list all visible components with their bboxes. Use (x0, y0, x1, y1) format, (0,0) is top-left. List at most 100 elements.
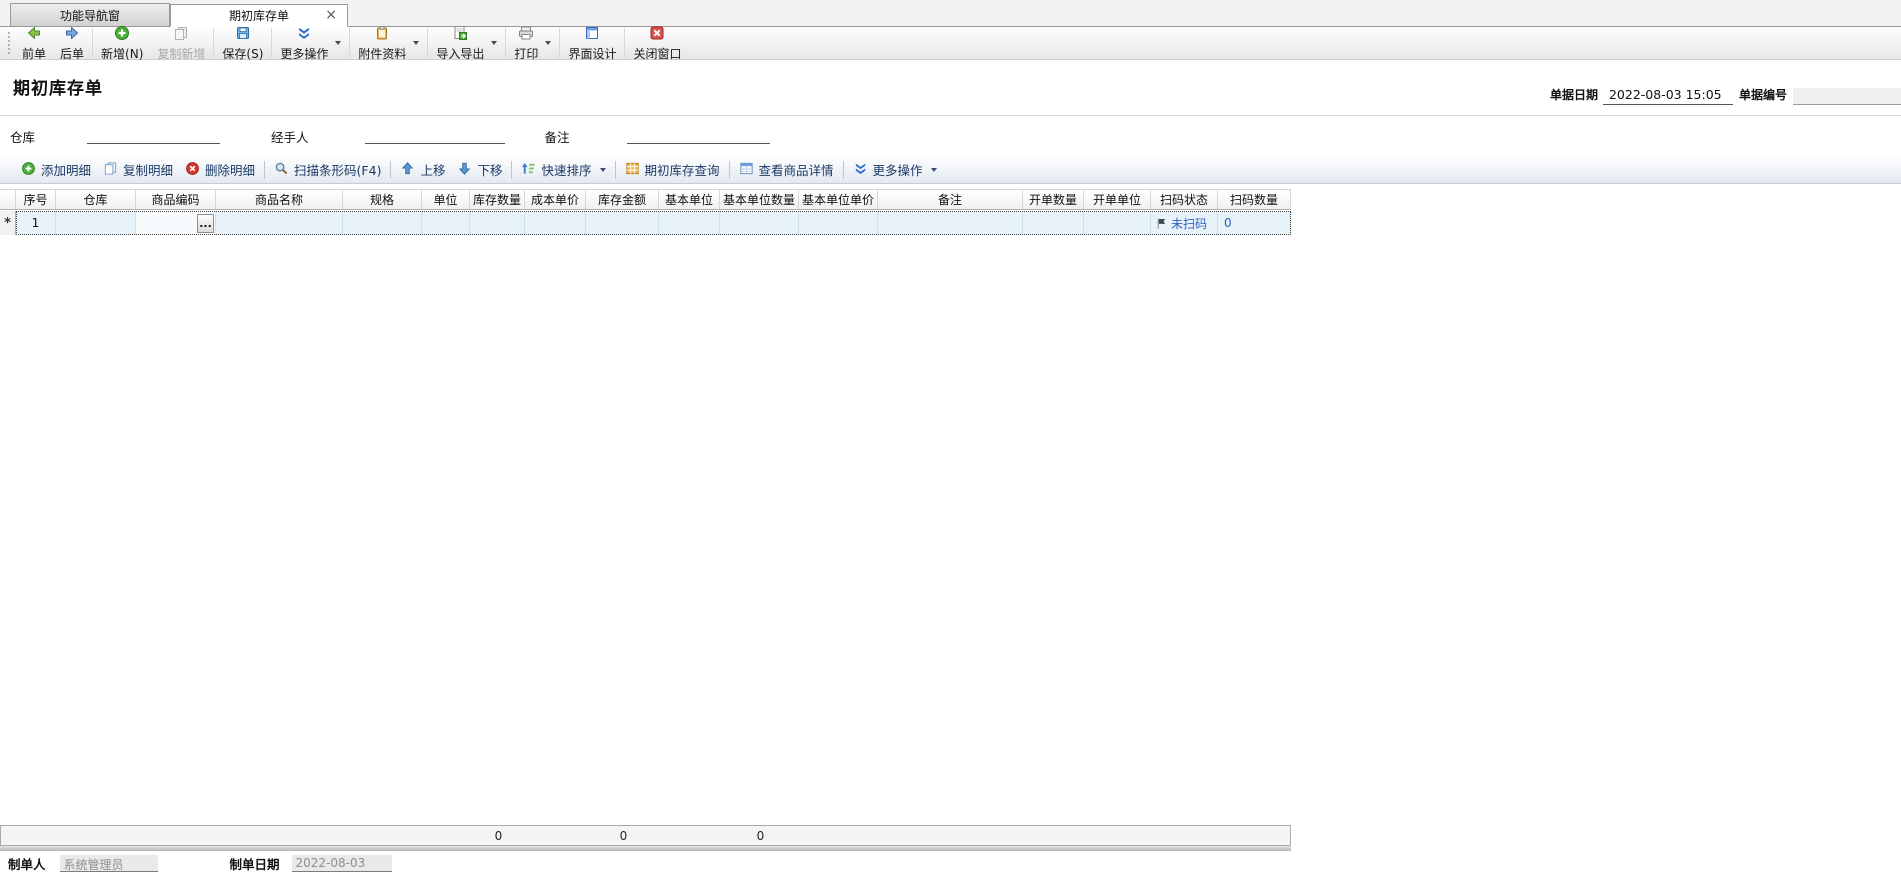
cell-warehouse[interactable] (56, 211, 136, 235)
grid-header-seq[interactable]: 序号 (16, 190, 56, 209)
ui-design-label: 界面设计 (568, 45, 616, 62)
tab-function-navigation[interactable]: 功能导航窗 (10, 3, 170, 26)
add-detail-button[interactable]: 添加明细 (15, 157, 97, 182)
grid-header-base-unit[interactable]: 基本单位 (659, 190, 720, 209)
magnifier-scan-icon (274, 161, 289, 179)
stock-query-button[interactable]: 期初库存查询 (619, 157, 726, 182)
cell-product-code[interactable]: ... (136, 211, 216, 235)
close-window-button[interactable]: 关闭窗口 (626, 27, 688, 59)
warehouse-label: 仓库 (10, 127, 35, 146)
handler-field[interactable] (365, 128, 505, 144)
scan-barcode-label: 扫描条形码(F4) (294, 160, 381, 179)
scan-status-text: 未扫码 (1171, 215, 1207, 232)
row-indicator: * (0, 211, 16, 235)
grid-header-base-unit-price[interactable]: 基本单位单价 (799, 190, 878, 209)
delete-detail-label: 删除明细 (205, 160, 255, 179)
cell-spec[interactable] (343, 211, 422, 235)
copy-detail-button[interactable]: 复制明细 (97, 157, 179, 182)
toolbar-separator (264, 161, 265, 179)
doc-number-field[interactable] (1793, 88, 1901, 105)
cell-order-unit[interactable] (1084, 211, 1151, 235)
grid-header-cost-price[interactable]: 成本单价 (525, 190, 586, 209)
quick-sort-button[interactable]: 快速排序 (515, 157, 611, 182)
cell-order-qty[interactable] (1023, 211, 1084, 235)
dropdown-caret-icon[interactable] (931, 168, 937, 172)
arrow-right-icon (64, 25, 80, 44)
detail-toolbar: 添加明细 复制明细 删除明细 扫描条形码(F4) 上移 下移 快速排序 (0, 156, 1901, 184)
grid-header-stock-qty[interactable]: 库存数量 (470, 190, 525, 209)
move-up-button[interactable]: 上移 (394, 157, 451, 182)
attachments-button[interactable]: 附件资料 (351, 27, 426, 59)
new-button[interactable]: 新增(N) (94, 27, 150, 59)
cell-scan-qty[interactable]: 0 (1218, 211, 1291, 235)
lookup-ellipsis-button[interactable]: ... (197, 214, 214, 233)
grid-header-spec[interactable]: 规格 (343, 190, 422, 209)
prev-doc-button[interactable]: 前单 (15, 27, 53, 59)
scan-barcode-button[interactable]: 扫描条形码(F4) (268, 157, 387, 182)
cell-cost-price[interactable] (525, 211, 586, 235)
cell-base-unit-price[interactable] (799, 211, 878, 235)
grid-header-scan-status[interactable]: 扫码状态 (1151, 190, 1218, 209)
more-actions-button[interactable]: 更多操作 (273, 27, 348, 59)
grid-header-stock-amount[interactable]: 库存金额 (586, 190, 659, 209)
dropdown-caret-icon[interactable] (600, 168, 606, 172)
grid-header-remark[interactable]: 备注 (878, 190, 1023, 209)
table-row[interactable]: * 1 ... 未扫码 0 (0, 211, 1291, 235)
cell-remark[interactable] (878, 211, 1023, 235)
cell-seq[interactable]: 1 (16, 211, 56, 235)
doc-date-field[interactable]: 2022-08-03 15:05 (1603, 87, 1733, 105)
total-stock-amount: 0 (587, 829, 660, 843)
grid-header-order-qty[interactable]: 开单数量 (1023, 190, 1084, 209)
cell-product-name[interactable] (216, 211, 343, 235)
toolbar-separator (213, 28, 214, 58)
cell-unit[interactable] (422, 211, 470, 235)
move-down-button[interactable]: 下移 (451, 157, 508, 182)
grid-header-unit[interactable]: 单位 (422, 190, 470, 209)
dropdown-caret-icon[interactable] (491, 41, 497, 45)
ui-design-button[interactable]: 界面设计 (561, 27, 623, 59)
doc-form-row: 仓库 经手人 备注 (0, 116, 1901, 156)
doc-header: 期初库存单 单据日期 2022-08-03 15:05 单据编号 (0, 60, 1901, 116)
cell-stock-qty[interactable] (470, 211, 525, 235)
cell-stock-amount[interactable] (586, 211, 659, 235)
remark-field[interactable] (627, 128, 770, 144)
handler-label: 经手人 (271, 127, 309, 146)
tab-initial-inventory[interactable]: 期初库存单 × (170, 4, 348, 27)
view-product-detail-button[interactable]: 查看商品详情 (733, 157, 840, 182)
arrow-left-icon (26, 25, 42, 44)
save-button[interactable]: 保存(S) (215, 27, 270, 59)
grid-header-product-code[interactable]: 商品编码 (136, 190, 216, 209)
grid-header-base-unit-qty[interactable]: 基本单位数量 (720, 190, 799, 209)
cell-base-unit[interactable] (659, 211, 720, 235)
plus-circle-icon (114, 25, 130, 44)
dropdown-caret-icon[interactable] (413, 41, 419, 45)
more-actions-label: 更多操作 (280, 45, 328, 62)
close-window-label: 关闭窗口 (633, 45, 681, 62)
dropdown-caret-icon[interactable] (335, 41, 341, 45)
blue-table-icon (739, 161, 754, 179)
grid-header-scan-qty[interactable]: 扫码数量 (1218, 190, 1291, 209)
create-date-label: 制单日期 (230, 854, 280, 873)
detail-more-actions-button[interactable]: 更多操作 (847, 157, 943, 182)
creator-field: 系统管理员 (60, 855, 158, 872)
toolbar-separator (349, 28, 350, 58)
print-button[interactable]: 打印 (507, 27, 558, 59)
cell-base-unit-qty[interactable] (720, 211, 799, 235)
next-doc-button[interactable]: 后单 (53, 27, 91, 59)
grid-header-product-name[interactable]: 商品名称 (216, 190, 343, 209)
grid-header-indicator (0, 190, 16, 209)
warehouse-field[interactable] (87, 128, 220, 144)
delete-detail-button[interactable]: 删除明细 (179, 157, 261, 182)
red-x-circle-icon (185, 161, 200, 179)
cell-scan-status[interactable]: 未扫码 (1151, 211, 1218, 235)
toolbar-grip-handle[interactable] (7, 31, 12, 55)
toolbar-separator (624, 28, 625, 58)
grid-header-order-unit[interactable]: 开单单位 (1084, 190, 1151, 209)
import-export-button[interactable]: 导入导出 (429, 27, 504, 59)
grid-header-warehouse[interactable]: 仓库 (56, 190, 136, 209)
dropdown-caret-icon[interactable] (545, 41, 551, 45)
new-button-label: 新增(N) (101, 45, 143, 62)
flag-icon (1155, 217, 1168, 230)
double-chevron-down-icon (296, 25, 312, 44)
close-tab-icon[interactable]: × (325, 8, 337, 22)
